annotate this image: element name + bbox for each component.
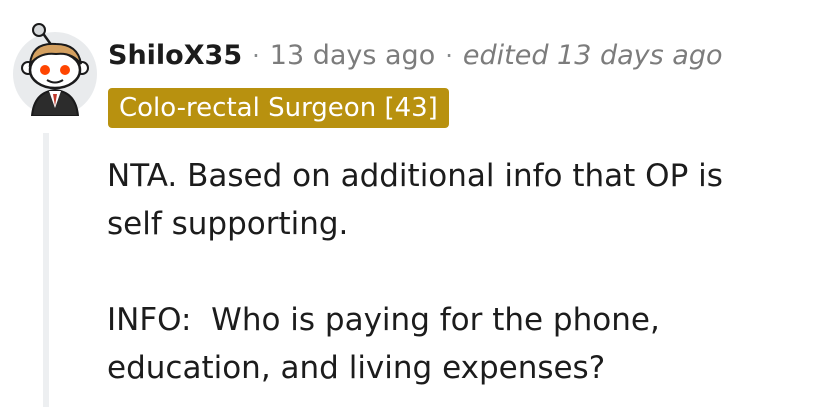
timestamp-link[interactable]: 13 days ago xyxy=(270,38,435,74)
comment-text-line: education, and living expenses? xyxy=(107,350,606,386)
edited-label: edited 13 days ago xyxy=(462,40,723,71)
snoo-avatar-icon[interactable] xyxy=(12,20,98,116)
comment-text-line: self supporting. xyxy=(107,206,349,242)
user-flair: Colo-rectal Surgeon [43] xyxy=(108,88,449,128)
author-link[interactable]: ShiloX35 xyxy=(108,38,242,74)
comment-text-line: INFO: Who is paying for the phone, xyxy=(107,302,660,338)
thread-collapse-line[interactable] xyxy=(43,133,49,407)
comment-paragraph: INFO: Who is paying for the phone, educa… xyxy=(107,296,807,392)
comment-text-line: NTA. Based on additional info that OP is xyxy=(107,158,723,194)
separator-dot: · xyxy=(445,42,453,70)
comment-meta: ShiloX35 · 13 days ago · edited 13 days … xyxy=(108,38,723,74)
separator-dot: · xyxy=(252,42,260,70)
comment-paragraph: NTA. Based on additional info that OP is… xyxy=(107,152,807,248)
